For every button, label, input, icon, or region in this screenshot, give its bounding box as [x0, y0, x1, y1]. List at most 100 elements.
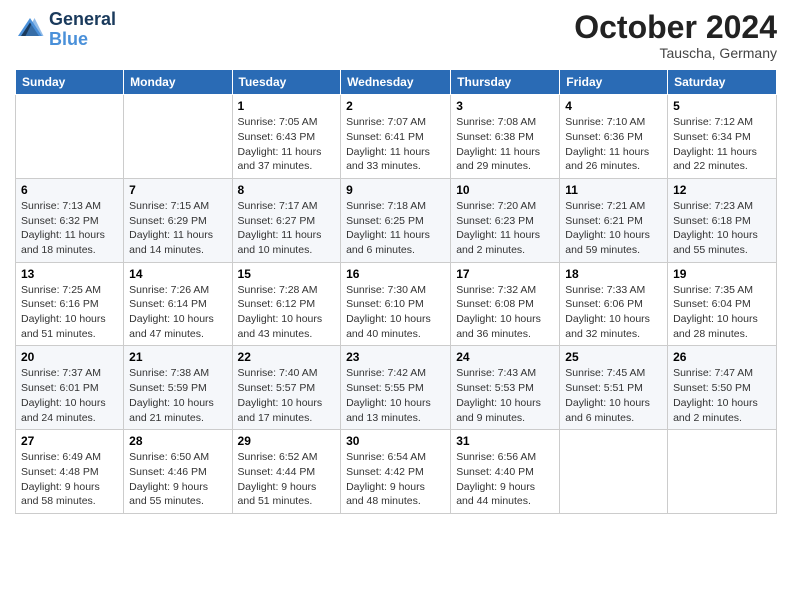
day-number: 7 [129, 183, 226, 197]
day-number: 22 [238, 350, 336, 364]
calendar-table: SundayMondayTuesdayWednesdayThursdayFrid… [15, 69, 777, 514]
calendar-cell: 5Sunrise: 7:12 AMSunset: 6:34 PMDaylight… [668, 95, 777, 179]
day-info: Sunrise: 7:18 AMSunset: 6:25 PMDaylight:… [346, 199, 445, 258]
calendar-cell: 26Sunrise: 7:47 AMSunset: 5:50 PMDayligh… [668, 346, 777, 430]
day-number: 11 [565, 183, 662, 197]
day-number: 9 [346, 183, 445, 197]
day-info: Sunrise: 7:26 AMSunset: 6:14 PMDaylight:… [129, 283, 226, 342]
calendar-cell: 11 Sunrise: 7:21 AMSunset: 6:21 PMDayligh… [560, 178, 668, 262]
day-info: Sunrise: 7:45 AMSunset: 5:51 PMDaylight:… [565, 366, 662, 425]
day-info: Sunrise: 7:33 AMSunset: 6:06 PMDaylight:… [565, 283, 662, 342]
calendar-cell: 13 Sunrise: 7:25 AMSunset: 6:16 PMDayligh… [16, 262, 124, 346]
title-block: October 2024 Tauscha, Germany [574, 10, 777, 61]
calendar-cell: 22 Sunrise: 7:40 AMSunset: 5:57 PMDayligh… [232, 346, 341, 430]
day-number: 29 [238, 434, 336, 448]
day-number: 30 [346, 434, 445, 448]
day-info: Sunrise: 7:20 AMSunset: 6:23 PMDaylight:… [456, 199, 554, 258]
calendar-cell: 1Sunrise: 7:05 AMSunset: 6:43 PMDaylight… [232, 95, 341, 179]
day-info: Sunrise: 7:12 AMSunset: 6:34 PMDaylight:… [673, 115, 771, 174]
logo-icon [15, 15, 45, 45]
day-number: 28 [129, 434, 226, 448]
month-title: October 2024 [574, 10, 777, 45]
calendar-cell: 8 Sunrise: 7:17 AMSunset: 6:27 PMDaylight… [232, 178, 341, 262]
day-info: Sunrise: 7:13 AMSunset: 6:32 PMDaylight:… [21, 199, 118, 258]
calendar-cell: 27 Sunrise: 6:49 AMSunset: 4:48 PMDayligh… [16, 430, 124, 514]
location: Tauscha, Germany [574, 45, 777, 61]
weekday-header: Sunday [16, 70, 124, 95]
day-info: Sunrise: 7:21 AMSunset: 6:21 PMDaylight:… [565, 199, 662, 258]
calendar-week-row: 1Sunrise: 7:05 AMSunset: 6:43 PMDaylight… [16, 95, 777, 179]
day-number: 19 [673, 267, 771, 281]
day-number: 13 [21, 267, 118, 281]
logo-text: General Blue [49, 10, 116, 50]
day-info: Sunrise: 7:07 AMSunset: 6:41 PMDaylight:… [346, 115, 445, 174]
day-info: Sunrise: 7:32 AMSunset: 6:08 PMDaylight:… [456, 283, 554, 342]
day-info: Sunrise: 7:25 AMSunset: 6:16 PMDaylight:… [21, 283, 118, 342]
day-info: Sunrise: 6:49 AMSunset: 4:48 PMDaylight:… [21, 450, 118, 509]
calendar-cell: 10 Sunrise: 7:20 AMSunset: 6:23 PMDayligh… [451, 178, 560, 262]
calendar-cell: 6Sunrise: 7:13 AMSunset: 6:32 PMDaylight… [16, 178, 124, 262]
day-info: Sunrise: 7:17 AMSunset: 6:27 PMDaylight:… [238, 199, 336, 258]
day-info: Sunrise: 7:43 AMSunset: 5:53 PMDaylight:… [456, 366, 554, 425]
calendar-week-row: 20 Sunrise: 7:37 AMSunset: 6:01 PMDayligh… [16, 346, 777, 430]
calendar-cell [124, 95, 232, 179]
day-number: 25 [565, 350, 662, 364]
calendar-week-row: 13 Sunrise: 7:25 AMSunset: 6:16 PMDayligh… [16, 262, 777, 346]
day-number: 26 [673, 350, 771, 364]
calendar-cell [16, 95, 124, 179]
day-number: 16 [346, 267, 445, 281]
logo: General Blue [15, 10, 116, 50]
calendar-cell: 4Sunrise: 7:10 AMSunset: 6:36 PMDaylight… [560, 95, 668, 179]
calendar-cell: 12 Sunrise: 7:23 AMSunset: 6:18 PMDayligh… [668, 178, 777, 262]
calendar-cell: 23Sunrise: 7:42 AMSunset: 5:55 PMDayligh… [341, 346, 451, 430]
calendar-week-row: 6Sunrise: 7:13 AMSunset: 6:32 PMDaylight… [16, 178, 777, 262]
calendar-cell: 9 Sunrise: 7:18 AMSunset: 6:25 PMDaylight… [341, 178, 451, 262]
calendar-cell: 3 Sunrise: 7:08 AMSunset: 6:38 PMDaylight… [451, 95, 560, 179]
day-number: 24 [456, 350, 554, 364]
calendar-week-row: 27 Sunrise: 6:49 AMSunset: 4:48 PMDayligh… [16, 430, 777, 514]
calendar-cell: 14Sunrise: 7:26 AMSunset: 6:14 PMDayligh… [124, 262, 232, 346]
calendar-cell: 2 Sunrise: 7:07 AMSunset: 6:41 PMDaylight… [341, 95, 451, 179]
day-info: Sunrise: 7:38 AMSunset: 5:59 PMDaylight:… [129, 366, 226, 425]
day-info: Sunrise: 7:10 AMSunset: 6:36 PMDaylight:… [565, 115, 662, 174]
day-info: Sunrise: 7:37 AMSunset: 6:01 PMDaylight:… [21, 366, 118, 425]
day-number: 3 [456, 99, 554, 113]
day-info: Sunrise: 7:08 AMSunset: 6:38 PMDaylight:… [456, 115, 554, 174]
calendar-cell: 20 Sunrise: 7:37 AMSunset: 6:01 PMDayligh… [16, 346, 124, 430]
day-info: Sunrise: 7:35 AMSunset: 6:04 PMDaylight:… [673, 283, 771, 342]
day-info: Sunrise: 6:50 AMSunset: 4:46 PMDaylight:… [129, 450, 226, 509]
day-number: 20 [21, 350, 118, 364]
calendar-header-row: SundayMondayTuesdayWednesdayThursdayFrid… [16, 70, 777, 95]
calendar-cell: 25 Sunrise: 7:45 AMSunset: 5:51 PMDayligh… [560, 346, 668, 430]
header: General Blue October 2024 Tauscha, Germa… [15, 10, 777, 61]
day-info: Sunrise: 7:40 AMSunset: 5:57 PMDaylight:… [238, 366, 336, 425]
calendar-cell [668, 430, 777, 514]
day-number: 21 [129, 350, 226, 364]
calendar-cell: 7Sunrise: 7:15 AMSunset: 6:29 PMDaylight… [124, 178, 232, 262]
weekday-header: Saturday [668, 70, 777, 95]
logo-line1: General [49, 10, 116, 30]
day-info: Sunrise: 6:54 AMSunset: 4:42 PMDaylight:… [346, 450, 445, 509]
day-info: Sunrise: 6:52 AMSunset: 4:44 PMDaylight:… [238, 450, 336, 509]
weekday-header: Friday [560, 70, 668, 95]
day-info: Sunrise: 7:42 AMSunset: 5:55 PMDaylight:… [346, 366, 445, 425]
day-number: 27 [21, 434, 118, 448]
day-number: 12 [673, 183, 771, 197]
weekday-header: Wednesday [341, 70, 451, 95]
weekday-header: Monday [124, 70, 232, 95]
day-number: 18 [565, 267, 662, 281]
page: General Blue October 2024 Tauscha, Germa… [0, 0, 792, 612]
day-number: 2 [346, 99, 445, 113]
day-number: 1 [238, 99, 336, 113]
calendar-cell: 31Sunrise: 6:56 AMSunset: 4:40 PMDayligh… [451, 430, 560, 514]
day-info: Sunrise: 7:28 AMSunset: 6:12 PMDaylight:… [238, 283, 336, 342]
day-number: 10 [456, 183, 554, 197]
calendar-cell: 29 Sunrise: 6:52 AMSunset: 4:44 PMDayligh… [232, 430, 341, 514]
logo-line2: Blue [49, 29, 88, 49]
weekday-header: Tuesday [232, 70, 341, 95]
day-info: Sunrise: 7:23 AMSunset: 6:18 PMDaylight:… [673, 199, 771, 258]
calendar-cell: 28 Sunrise: 6:50 AMSunset: 4:46 PMDayligh… [124, 430, 232, 514]
calendar-cell: 15Sunrise: 7:28 AMSunset: 6:12 PMDayligh… [232, 262, 341, 346]
weekday-header: Thursday [451, 70, 560, 95]
day-number: 8 [238, 183, 336, 197]
